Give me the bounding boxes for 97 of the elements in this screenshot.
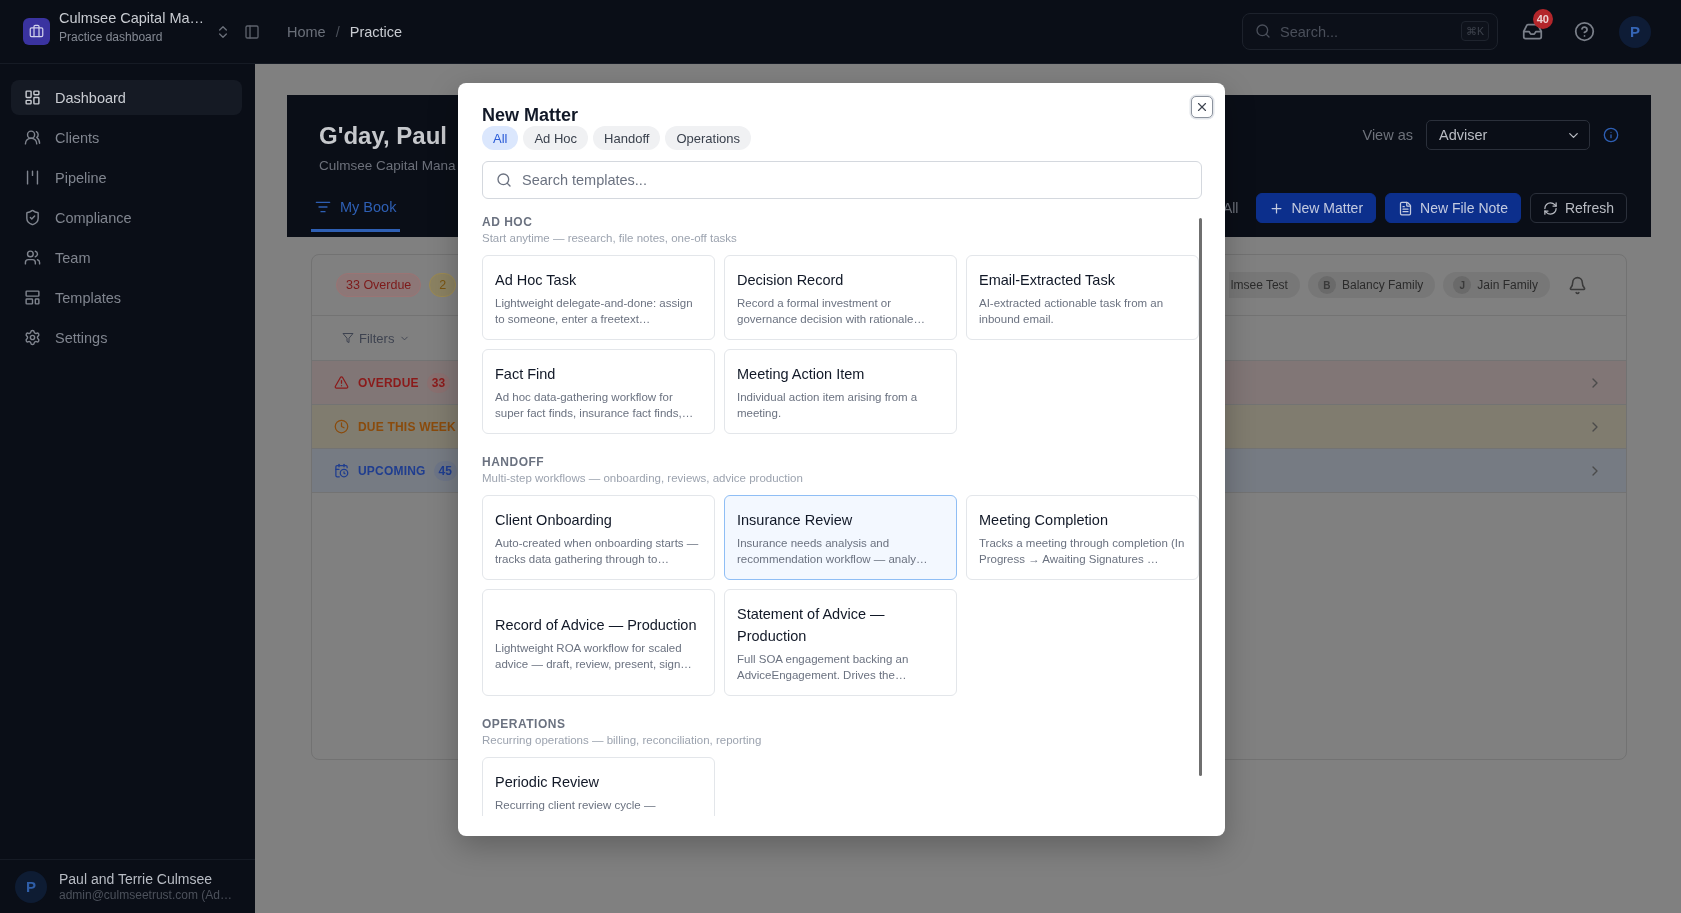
sidebar-toggle-icon[interactable] — [244, 23, 260, 40]
search-icon — [496, 172, 512, 188]
sidebar-nav-item[interactable]: Compliance — [11, 200, 242, 235]
organization-name: Culmsee Capital Ma… — [59, 9, 206, 27]
sidebar-nav-item[interactable]: Templates — [11, 280, 242, 315]
inbox-icon[interactable] — [1522, 21, 1543, 42]
document-icon — [1398, 200, 1414, 216]
list-filter-icon — [315, 199, 331, 215]
template-card[interactable]: Meeting Completion Tracks a meeting through completion (In Progress → Awaiting Signatures … — [966, 495, 1199, 580]
category-tab[interactable]: Handoff — [593, 126, 661, 150]
sidebar-nav-item[interactable]: Clients — [11, 120, 242, 155]
dialog-title: New Matter — [482, 104, 580, 126]
section-heading: HANDOFF — [482, 454, 546, 470]
count-badge: 33 — [426, 372, 451, 393]
template-card[interactable]: Insurance Review Insurance needs analysis and recommendation workflow — analy… — [724, 495, 957, 580]
section-heading: AD HOC — [482, 214, 534, 230]
template-title: Record of Advice — Production — [495, 616, 698, 635]
template-description: Lightweight delegate-and-done: assign to someone, enter a freetext… — [495, 296, 694, 327]
template-title: Statement of Advice — Production — [737, 605, 886, 646]
template-title: Email-Extracted Task — [979, 271, 1116, 290]
template-card[interactable]: Record of Advice — Production Lightweight ROA workflow for scaled advice — draft, review, present, sign… — [482, 589, 715, 696]
dashboard-icon — [24, 89, 41, 106]
group-label: OVERDUE — [358, 375, 419, 390]
breadcrumb-separator: / — [335, 23, 340, 40]
info-icon[interactable] — [1603, 127, 1619, 143]
sidebar-nav-item[interactable]: Settings — [11, 320, 242, 355]
template-title: Decision Record — [737, 271, 845, 290]
template-card[interactable]: Decision Record Record a formal investment or governance decision with rationale… — [724, 255, 957, 340]
help-icon[interactable] — [1574, 21, 1595, 42]
template-description: Insurance needs analysis and recommendation workflow — analy… — [737, 536, 929, 567]
shield-check-icon — [24, 209, 41, 226]
template-description: Record a formal investment or governance decision with rationale… — [737, 296, 926, 327]
group-label: UPCOMING — [358, 463, 426, 478]
template-description: Ad hoc data-gathering workflow for super fact finds, insurance fact finds,… — [495, 390, 695, 421]
greeting-heading: G'day, Paul — [319, 121, 448, 151]
template-title: Insurance Review — [737, 511, 854, 530]
clock-icon — [334, 419, 349, 434]
plus-icon — [1269, 200, 1285, 216]
outline-button[interactable]: Refresh — [1529, 193, 1627, 223]
search-icon — [1255, 23, 1271, 39]
columns-icon — [24, 169, 41, 186]
template-title: Meeting Completion — [979, 511, 1109, 530]
sidebar-nav-item[interactable]: Dashboard — [11, 80, 242, 115]
breadcrumb-link[interactable]: Practice — [349, 23, 403, 40]
settings-icon — [24, 329, 41, 346]
calendar-clock-icon — [334, 463, 349, 478]
primary-button[interactable]: New File Note — [1385, 193, 1521, 223]
sidebar-nav-item[interactable]: Pipeline — [11, 160, 242, 195]
template-title: Fact Find — [495, 365, 557, 384]
close-icon — [1195, 100, 1209, 114]
template-description: Full SOA engagement backing an AdviceEngagement. Drives the… — [737, 652, 910, 683]
category-tab[interactable]: All — [482, 126, 519, 150]
template-card[interactable]: Ad Hoc Task Lightweight delegate-and-done: assign to someone, enter a freetext… — [482, 255, 715, 340]
template-title: Periodic Review — [495, 773, 600, 792]
funnel-icon — [342, 332, 354, 344]
bell-icon[interactable] — [1568, 275, 1587, 295]
template-card[interactable]: Statement of Advice — Production Full SOA engagement backing an AdviceEngagement. Drives the… — [724, 589, 957, 696]
close-button[interactable] — [1191, 96, 1213, 118]
template-card[interactable]: Email-Extracted Task AI-extracted actionable task from an inbound email. — [966, 255, 1199, 340]
primary-button[interactable]: New Matter — [1256, 193, 1377, 223]
view-as-select[interactable]: Adviser — [1426, 120, 1590, 150]
template-description: Lightweight ROA workflow for scaled advice — draft, review, present, sign… — [495, 641, 693, 672]
section-description: Recurring operations — billing, reconciliation, reporting — [482, 733, 763, 748]
organization-subtitle: Practice dashboard — [59, 30, 164, 45]
template-card[interactable]: Meeting Action Item Individual action item arising from a meeting. — [724, 349, 957, 434]
user-name: Paul and Terrie Culmsee — [59, 870, 214, 888]
briefcase-icon — [23, 18, 50, 45]
section-description: Start anytime — research, file notes, one-off tasks — [482, 231, 738, 246]
section-description: Multi-step workflows — onboarding, reviews, advice production — [482, 471, 804, 486]
template-description: Tracks a meeting through completion (In Progress → Awaiting Signatures … — [979, 536, 1186, 567]
users-icon — [24, 249, 41, 266]
breadcrumb-link[interactable]: Home — [287, 23, 326, 40]
users-icon — [24, 129, 41, 146]
template-card[interactable]: Fact Find Ad hoc data-gathering workflow for super fact finds, insurance fact finds,… — [482, 349, 715, 434]
section-heading: OPERATIONS — [482, 716, 567, 732]
refresh-icon — [1542, 200, 1558, 216]
template-title: Meeting Action Item — [737, 365, 866, 384]
template-card[interactable]: Periodic Review Recurring client review cycle — — [482, 757, 715, 816]
layout-icon — [24, 289, 41, 306]
scrollbar-thumb[interactable] — [1199, 218, 1202, 776]
user-email: admin@culmseetrust.com (Ad… — [59, 888, 232, 903]
category-tab[interactable]: Ad Hoc — [523, 126, 589, 150]
organization-subtitle: Culmsee Capital Mana — [319, 157, 456, 175]
group-label: DUE THIS WEEK — [358, 419, 456, 434]
warning-triangle-icon — [334, 375, 349, 390]
template-description: Recurring client review cycle — — [495, 798, 657, 813]
category-tab[interactable]: Operations — [665, 126, 751, 150]
template-description: Auto-created when onboarding starts — tracks data gathering through to… — [495, 536, 700, 567]
template-card[interactable]: Client Onboarding Auto-created when onboarding starts — tracks data gathering through to… — [482, 495, 715, 580]
notification-count-badge: 40 — [1532, 9, 1553, 29]
template-description: AI-extracted actionable task from an inbound email. — [979, 296, 1165, 327]
template-title: Ad Hoc Task — [495, 271, 578, 290]
view-as-label: View as — [1362, 127, 1413, 143]
template-title: Client Onboarding — [495, 511, 613, 530]
template-description: Individual action item arising from a meeting. — [737, 390, 919, 421]
count-badge: 45 — [433, 460, 457, 481]
sidebar-nav-item[interactable]: Team — [11, 240, 242, 275]
